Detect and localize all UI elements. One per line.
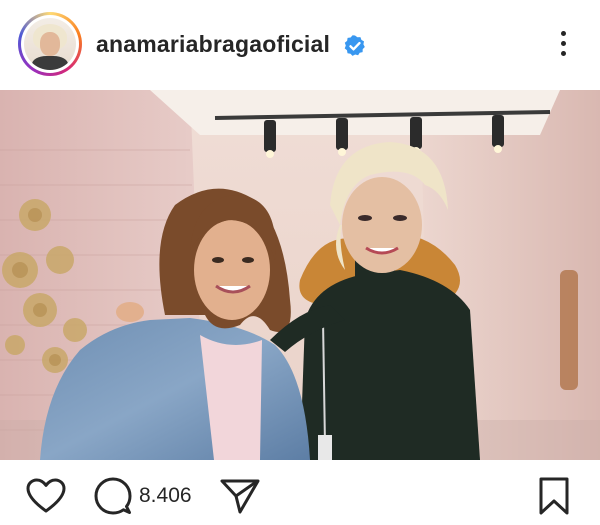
- avatar: [24, 18, 76, 70]
- post-photo-illustration: [0, 90, 600, 460]
- comment-icon[interactable]: [94, 477, 132, 515]
- verified-badge-icon: [344, 35, 365, 56]
- post-header: anamariabragaoficial: [0, 0, 600, 90]
- bookmark-icon[interactable]: [538, 477, 570, 515]
- more-dot: [560, 51, 566, 56]
- avatar-body: [32, 56, 68, 70]
- comment-count: 8.406: [139, 484, 192, 507]
- send-icon[interactable]: [220, 478, 260, 514]
- more-options-icon[interactable]: [552, 26, 574, 62]
- avatar-face: [40, 32, 60, 56]
- post-actions-bar: 8.406: [0, 460, 600, 525]
- more-dot: [560, 41, 566, 46]
- username-link[interactable]: anamariabragaoficial: [96, 31, 330, 58]
- more-dot: [560, 31, 566, 36]
- profile-avatar-ring[interactable]: [18, 12, 82, 76]
- heart-icon[interactable]: [26, 478, 66, 514]
- avatar-inner: [21, 15, 79, 73]
- post-photo[interactable]: [0, 90, 600, 460]
